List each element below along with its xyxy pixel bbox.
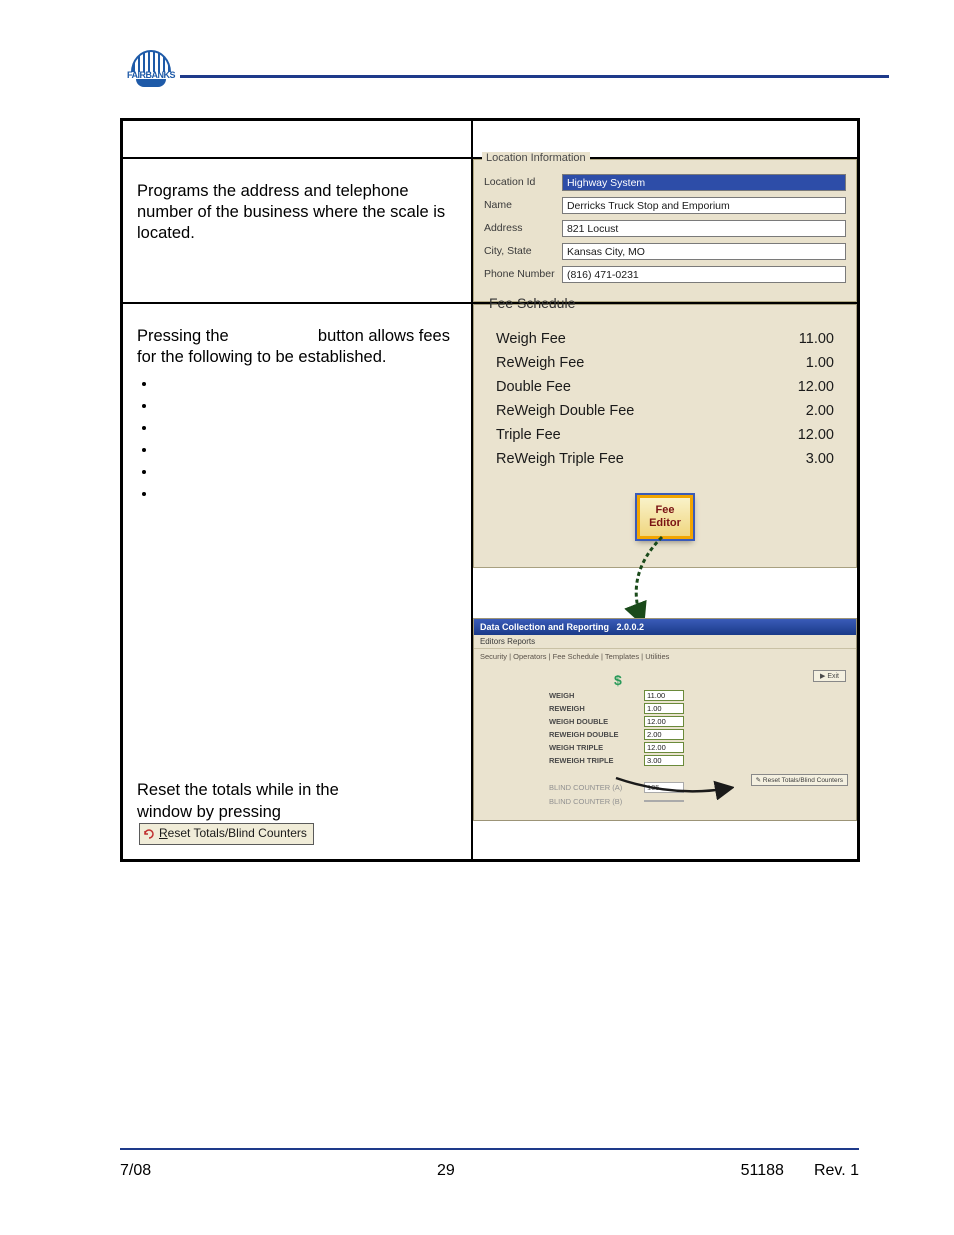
fee-row: ReWeigh Triple Fee 3.00 [496,451,834,467]
fee-value: 11.00 [799,331,834,347]
fee-label: ReWeigh Double Fee [496,403,634,419]
location-field-row: City, StateKansas City, MO [484,243,846,260]
fee-row: Double Fee 12.00 [496,379,834,395]
inner-app-screenshot: Data Collection and Reporting 2.0.0.2 Ed… [473,618,857,821]
fee-value: 12.00 [798,379,834,395]
location-field-row: Address821 Locust [484,220,846,237]
mini-fee-label: REWEIGH DOUBLE [549,730,644,739]
mini-fee-label: WEIGH TRIPLE [549,743,644,752]
mini-fee-row: WEIGH TRIPLE12.00 [549,742,846,753]
location-field-row: NameDerricks Truck Stop and Emporium [484,197,846,214]
fee-value: 3.00 [806,451,834,467]
location-info-panel: Location Information Location IdHighway … [473,159,857,302]
fee-value: 1.00 [806,355,834,371]
location-field-label: City, State [484,245,562,257]
footer-rev: Rev. 1 [814,1162,859,1180]
inner-reset-button[interactable]: ✎ Reset Totals/Blind Counters [751,774,848,786]
row3-description: Reset the totals while in the window by … [123,780,471,858]
fee-row: ReWeigh Fee 1.00 [496,355,834,371]
reset-icon [144,829,156,839]
location-field-value[interactable]: 821 Locust [562,220,846,237]
location-field-value[interactable]: Derricks Truck Stop and Emporium [562,197,846,214]
inner-app-menu[interactable]: Editors Reports [474,635,856,649]
fee-label: ReWeigh Triple Fee [496,451,624,467]
row1-description: Programs the address and telephone numbe… [123,159,471,259]
mini-fee-row: WEIGH DOUBLE12.00 [549,716,846,727]
mini-fee-label: REWEIGH [549,704,644,713]
mini-fee-label: WEIGH [549,691,644,700]
fee-value: 12.00 [798,427,834,443]
dollar-icon: $ [614,672,622,688]
mini-fee-value[interactable]: 11.00 [644,690,684,701]
fee-row: Weigh Fee 11.00 [496,331,834,347]
content-table: Programs the address and telephone numbe… [120,118,860,862]
location-field-label: Address [484,222,562,234]
mini-fee-label: WEIGH DOUBLE [549,717,644,726]
location-field-row: Location IdHighway System [484,174,846,191]
location-info-legend: Location Information [482,152,590,164]
fee-editor-button[interactable]: FeeEditor [637,495,693,539]
fee-schedule-panel: Fee Schedule Weigh Fee11.00ReWeigh Fee1.… [473,304,857,568]
fee-label: ReWeigh Fee [496,355,584,371]
location-field-row: Phone Number(816) 471-0231 [484,266,846,283]
location-field-label: Phone Number [484,268,562,280]
fee-label: Double Fee [496,379,571,395]
mini-fee-value[interactable]: 12.00 [644,716,684,727]
mini-fee-value[interactable]: 12.00 [644,742,684,753]
row2-bullets [137,374,457,506]
mini-fee-value[interactable]: 1.00 [644,703,684,714]
mini-fee-row: REWEIGH DOUBLE2.00 [549,729,846,740]
mini-fee-row: REWEIGH1.00 [549,703,846,714]
fee-label: Weigh Fee [496,331,566,347]
mini-fee-row: WEIGH11.00 [549,690,846,701]
fee-label: Triple Fee [496,427,561,443]
inner-app-titlebar: Data Collection and Reporting 2.0.0.2 [474,619,856,635]
reset-arrow [614,770,734,800]
fairbanks-logo: FAIRBANKS [120,50,182,100]
header-rule [180,75,889,78]
page-footer: 7/08 29 51188 Rev. 1 [120,1162,859,1180]
location-field-label: Name [484,199,562,211]
inner-app-tabs[interactable]: Security | Operators | Fee Schedule | Te… [474,649,856,664]
mini-fee-row: REWEIGH TRIPLE3.00 [549,755,846,766]
fee-editor-arrow [614,535,684,625]
mini-fee-label: REWEIGH TRIPLE [549,756,644,765]
footer-docnum: 51188 [741,1162,784,1180]
fee-row: ReWeigh Double Fee 2.00 [496,403,834,419]
location-field-value[interactable]: Highway System [562,174,846,191]
fee-schedule-legend: Fee Schedule [484,295,580,311]
location-field-value[interactable]: (816) 471-0231 [562,266,846,283]
fee-row: Triple Fee 12.00 [496,427,834,443]
inner-exit-button[interactable]: ▶ Exit [813,670,846,682]
reset-totals-button[interactable]: Reset Totals/Blind Counters [139,823,314,845]
footer-date: 7/08 [120,1162,151,1180]
blind-counter-b-value [644,800,684,802]
footer-rule [120,1148,859,1150]
mini-fee-value[interactable]: 2.00 [644,729,684,740]
mini-fee-value[interactable]: 3.00 [644,755,684,766]
fee-editor-label: FeeEditor [649,504,681,529]
location-field-value[interactable]: Kansas City, MO [562,243,846,260]
location-field-label: Location Id [484,176,562,188]
fee-value: 2.00 [806,403,834,419]
footer-page: 29 [437,1162,455,1180]
row2-description: Pressing the button allows fees for the … [123,304,471,521]
